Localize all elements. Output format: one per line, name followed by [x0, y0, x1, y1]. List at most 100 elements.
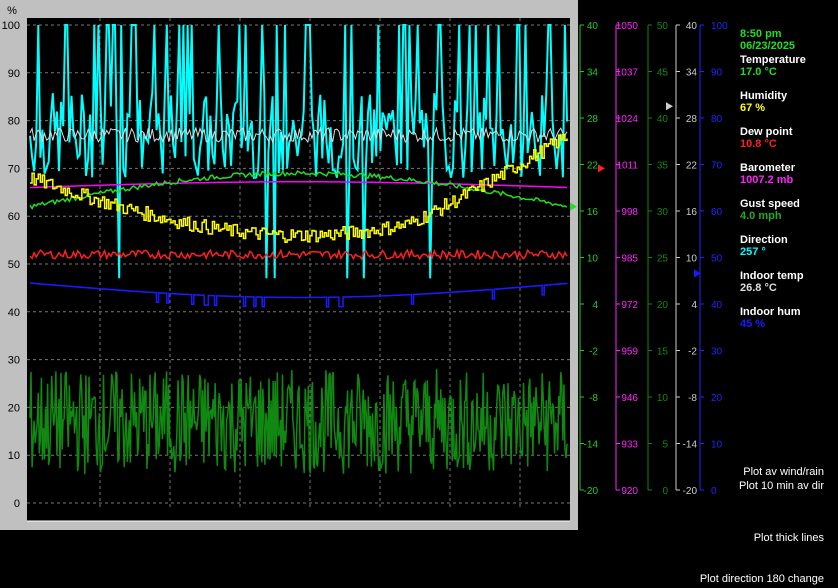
right-axis-tick-label: 20 [711, 393, 723, 404]
current-date: 06/23/2025 [740, 40, 796, 52]
right-axis-tick-label: 1050 [616, 21, 639, 32]
right-axis-tick-label: 10 [657, 393, 669, 404]
right-axis-tick-label: -2 [688, 347, 697, 358]
right-axis-tick-label: -2 [589, 347, 598, 358]
reading-value: 45 % [740, 318, 766, 330]
x-tick-label: 18:22:32 [429, 510, 472, 522]
x-tick-label: 11:03:12 [79, 510, 121, 522]
right-axis-tick-label: 946 [621, 393, 638, 404]
reading-label: Direction [740, 234, 788, 246]
y-tick-label: 40 [8, 307, 20, 319]
weather-chart: 11:03:12 12:31:29 13:58:38 15:26:57 16:54:23… [0, 0, 728, 530]
reading-label: Barometer [740, 162, 796, 174]
right-axis-tick-label: 0 [711, 486, 717, 497]
plot-thick-lines-option[interactable]: Plot thick lines [754, 532, 824, 544]
y-axis-unit: % [7, 5, 17, 17]
right-axis-tick-label: 5 [662, 440, 668, 451]
reading-value: 67 % [740, 102, 766, 114]
right-axis-tick-label: 34 [587, 68, 599, 79]
right-axis-tick-label: -8 [688, 393, 697, 404]
right-axis-tick-label: 60 [711, 207, 723, 218]
right-axis-tick-label: 16 [587, 207, 599, 218]
right-axis-tick-label: 10 [711, 440, 723, 451]
right-axis-tick-label: -14 [683, 440, 698, 451]
right-axis-tick-label: -20 [584, 486, 599, 497]
right-axis-tick-label: 22 [587, 161, 599, 172]
current-value-marker [598, 164, 605, 173]
right-axis-tick-label: 15 [657, 347, 669, 358]
right-axis-tick-label: 50 [657, 21, 669, 32]
right-axis-tick-label: 30 [711, 347, 723, 358]
reading-value: 4.0 mph [740, 210, 782, 222]
right-axis-tick-label: 4 [691, 300, 697, 311]
plot-10min-dir-option[interactable]: Plot 10 min av dir [739, 480, 824, 492]
right-axis-tick-label: 20 [657, 300, 669, 311]
right-axis-tick-label: 90 [711, 68, 723, 79]
right-axis-tick-label: 30 [657, 207, 669, 218]
reading-value: 26.8 °C [740, 282, 777, 294]
right-axis-tick-label: -20 [683, 486, 698, 497]
right-axis-tick-label: 1011 [616, 161, 638, 172]
x-tick-label: 19:50:54 [499, 510, 542, 522]
right-axis-tick-label: 40 [711, 300, 723, 311]
right-axis-tick-label: 40 [587, 21, 599, 32]
right-axis-tick-label: 22 [686, 161, 698, 172]
reading-label: Dew point [740, 126, 793, 138]
x-tick-label: 12:31:29 [149, 510, 192, 522]
right-axis-tick-label: 40 [686, 21, 698, 32]
right-axis-tick-label: 28 [686, 114, 698, 125]
right-axis-tick-label: 1024 [616, 114, 639, 125]
right-axis-tick-label: 100 [711, 21, 728, 32]
y-tick-label: 100 [2, 20, 20, 32]
right-axis-tick-label: 972 [621, 300, 638, 311]
y-tick-label: 90 [8, 68, 20, 80]
right-axis-tick-label: 985 [621, 254, 638, 265]
right-axis-tick-label: 959 [621, 347, 638, 358]
right-axis-tick-label: 933 [621, 440, 638, 451]
reading-label: Gust speed [740, 198, 800, 210]
right-axis-tick-label: 4 [592, 300, 598, 311]
reading-label: Humidity [740, 90, 788, 102]
plot-direction-180-option[interactable]: Plot direction 180 change [700, 573, 824, 585]
current-value-markers [570, 102, 701, 278]
plot-av-wind-option[interactable]: Plot av wind/rain [743, 466, 824, 478]
right-axis-tick-label: 50 [711, 254, 723, 265]
reading-value: 257 ° [740, 246, 766, 258]
right-axis-tick-label: 40 [657, 114, 669, 125]
right-axis-tick-label: -8 [589, 393, 598, 404]
reading-value: 17.0 °C [740, 66, 777, 78]
right-axis-tick-label: 70 [711, 161, 723, 172]
current-value-marker [666, 102, 673, 111]
current-time: 8:50 pm [740, 28, 782, 40]
right-axis-tick-label: 25 [657, 254, 669, 265]
right-axis-tick-label: 34 [686, 68, 698, 79]
y-tick-label: 70 [8, 163, 20, 175]
x-tick-label: 16:54:23 [359, 510, 402, 522]
readings-panel: 8:50 pm 06/23/2025 Temperature 17.0 °C Hum… [740, 28, 836, 342]
right-axis-tick-label: 0 [662, 486, 668, 497]
right-axis-tick-label: 80 [711, 114, 723, 125]
y-tick-label: 0 [14, 498, 20, 510]
right-axis-tick-label: -14 [584, 440, 599, 451]
right-axis-tick-label: 10 [587, 254, 599, 265]
y-tick-label: 10 [8, 450, 20, 462]
reading-label: Temperature [740, 54, 806, 66]
y-tick-label: 80 [8, 116, 20, 128]
x-tick-label: 15:26:57 [289, 510, 332, 522]
reading-value: 1007.2 mb [740, 174, 794, 186]
right-axis-tick-label: 998 [621, 207, 638, 218]
right-axis-tick-label: 35 [657, 161, 669, 172]
y-tick-label: 50 [8, 259, 20, 271]
y-tick-label: 20 [8, 402, 20, 414]
reading-list: Temperature 17.0 °C Humidity 67 % Dew point 1… [740, 54, 836, 330]
reading-value: 10.8 °C [740, 138, 777, 150]
right-axis-tick-label: 45 [657, 68, 669, 79]
x-tick-label: 13:58:38 [219, 510, 262, 522]
right-axis-tick-label: 16 [686, 207, 698, 218]
reading-label: Indoor hum [740, 306, 801, 318]
reading-label: Indoor temp [740, 270, 804, 282]
y-tick-label: 60 [8, 211, 20, 223]
right-axis-tick-label: 920 [621, 486, 638, 497]
right-axis-tick-label: 1037 [616, 68, 639, 79]
right-axis-tick-label: 28 [587, 114, 599, 125]
